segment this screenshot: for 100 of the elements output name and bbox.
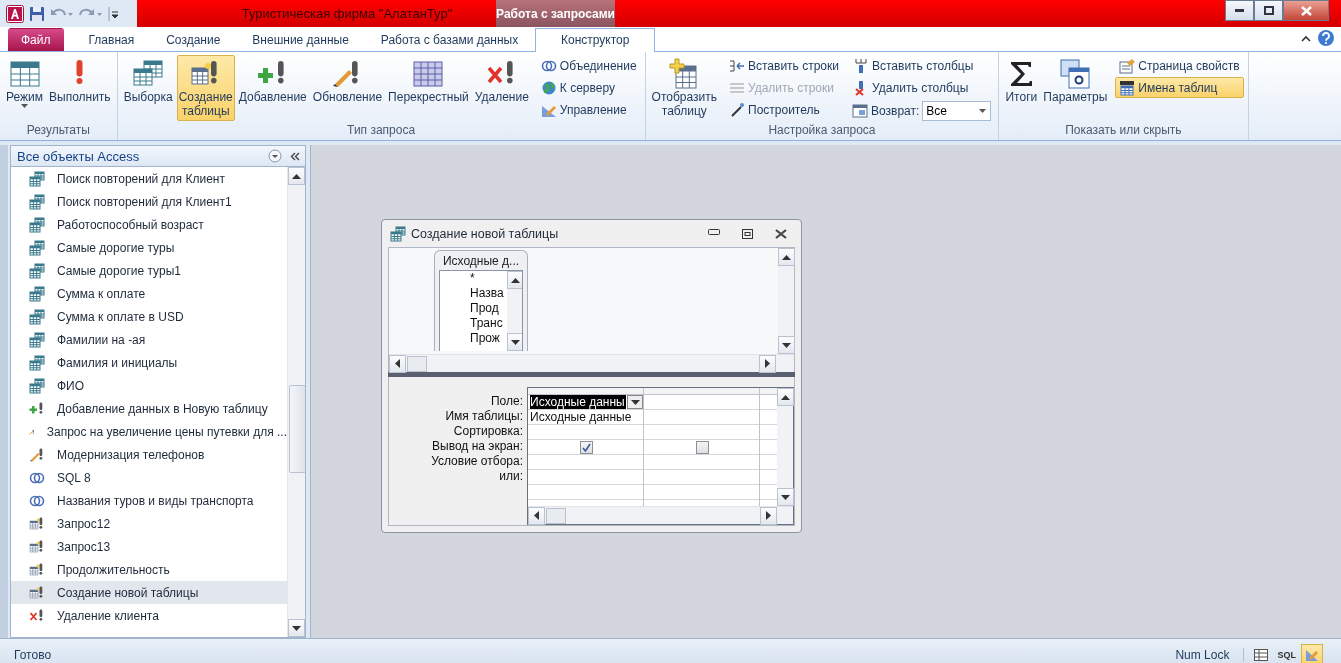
ribbon-button[interactable]: Страница свойств: [1115, 55, 1244, 76]
scrollbar[interactable]: [777, 388, 793, 506]
query-item[interactable]: SQL 8: [11, 466, 287, 489]
ribbon-button[interactable]: Удалить столбцы: [849, 77, 995, 98]
ribbon-button[interactable]: Объединение: [536, 55, 641, 76]
checkbox[interactable]: [696, 440, 709, 454]
query-item[interactable]: Фамилия и инициалы: [11, 351, 287, 374]
restore-button[interactable]: [742, 228, 753, 239]
collapse-pane-icon[interactable]: [290, 151, 300, 161]
query-item[interactable]: Модернизация телефонов: [11, 443, 287, 466]
ribbon-button[interactable]: Управление: [536, 99, 641, 120]
query-item[interactable]: Запрос на увеличение цены путевки для ...: [11, 420, 287, 443]
table-field-list[interactable]: Исходные д... * Назва Прод Транс Прож: [434, 250, 528, 352]
query-item[interactable]: ФИО: [11, 374, 287, 397]
field-name[interactable]: *: [470, 271, 507, 287]
scrollbar[interactable]: [778, 248, 794, 355]
help-icon[interactable]: [1317, 29, 1335, 47]
dropdown-icon[interactable]: [268, 149, 282, 163]
ribbon-tab[interactable]: Создание: [151, 28, 236, 51]
down-arrow-icon[interactable]: [781, 494, 790, 500]
down-arrow-icon[interactable]: [630, 399, 640, 405]
ribbon-button[interactable]: Перекрестный: [386, 55, 471, 119]
query-item[interactable]: Сумма к оплате в USD: [11, 305, 287, 328]
query-item[interactable]: Поиск повторений для Клиент: [11, 167, 287, 190]
scrollbar[interactable]: [507, 271, 522, 352]
property-sheet-icon: [1119, 57, 1136, 74]
customize-icon[interactable]: [108, 6, 118, 21]
ribbon-button[interactable]: Удаление: [472, 55, 531, 119]
ribbon-button[interactable]: Режим: [4, 55, 45, 119]
query-item[interactable]: Фамилии на -ая: [11, 328, 287, 351]
up-arrow-icon[interactable]: [292, 173, 301, 179]
ribbon-button[interactable]: Отобразить таблицу: [649, 55, 719, 121]
up-arrow-icon[interactable]: [781, 394, 790, 400]
ribbon-tab[interactable]: Внешние данные: [237, 28, 364, 51]
query-item[interactable]: Сумма к оплате: [11, 282, 287, 305]
ribbon-button[interactable]: Построитель: [725, 99, 843, 120]
ribbon-button[interactable]: К серверу: [536, 77, 641, 98]
ribbon-button[interactable]: Вставить строки: [725, 55, 843, 76]
query-item[interactable]: Запрос13: [11, 535, 287, 558]
ribbon-button[interactable]: Выборка: [121, 55, 175, 119]
ribbon-tab[interactable]: Работа с базами данных: [365, 28, 534, 51]
field-name[interactable]: Прод: [470, 301, 507, 317]
ribbon-button[interactable]: Добавление: [236, 55, 309, 119]
down-arrow-icon[interactable]: [511, 339, 520, 345]
sql-view-button[interactable]: SQL: [1274, 643, 1299, 663]
up-arrow-icon[interactable]: [511, 277, 520, 283]
close-button[interactable]: [1283, 0, 1329, 21]
scroll-thumb[interactable]: [289, 385, 305, 473]
scrollbar[interactable]: [389, 354, 794, 373]
scrollbar[interactable]: [528, 506, 793, 524]
query-item[interactable]: Названия туров и виды транспорта: [11, 489, 287, 512]
scroll-thumb[interactable]: [546, 507, 566, 524]
query-item[interactable]: Запрос12: [11, 512, 287, 535]
ribbon-button[interactable]: Итоги: [1003, 55, 1040, 119]
table-cell[interactable]: Исходные данные: [528, 410, 643, 425]
query-item[interactable]: Продолжительность: [11, 558, 287, 581]
table-cell[interactable]: [528, 440, 643, 455]
ribbon-button[interactable]: Создание таблицы: [176, 55, 235, 121]
ribbon-button[interactable]: Параметры: [1041, 55, 1110, 119]
field-name[interactable]: Прож: [470, 331, 507, 347]
right-arrow-icon[interactable]: [765, 359, 770, 369]
ribbon-button[interactable]: Имена таблиц: [1115, 77, 1244, 98]
query-item[interactable]: Самые дорогие туры: [11, 236, 287, 259]
right-arrow-icon[interactable]: [766, 511, 771, 520]
down-arrow-icon[interactable]: [292, 625, 301, 631]
scroll-thumb[interactable]: [407, 355, 427, 372]
ribbon-button[interactable]: Вставить столбцы: [849, 55, 995, 76]
ribbon-tab[interactable]: Главная: [73, 28, 150, 51]
ribbon-tab[interactable]: Конструктор: [535, 28, 656, 52]
minimize-button[interactable]: [1225, 0, 1254, 21]
checkbox[interactable]: [580, 440, 593, 454]
up-arrow-icon[interactable]: [782, 254, 791, 260]
close-button[interactable]: [775, 228, 787, 239]
table-cell[interactable]: [644, 440, 759, 455]
query-item[interactable]: Добавление данных в Новую таблицу: [11, 397, 287, 420]
design-view-button[interactable]: [1301, 643, 1323, 663]
left-arrow-icon[interactable]: [395, 359, 400, 369]
ribbon-button[interactable]: Обновление: [310, 55, 385, 119]
file-tab[interactable]: Файл: [8, 28, 64, 51]
minimize-button[interactable]: [708, 228, 720, 235]
app-icon[interactable]: [6, 4, 24, 23]
field-name[interactable]: Транс: [470, 316, 507, 332]
query-item[interactable]: Самые дорогие туры1: [11, 259, 287, 282]
table-cell[interactable]: Исходные данны: [528, 395, 643, 410]
window-title: Создание новой таблицы: [411, 226, 560, 241]
query-item[interactable]: Создание новой таблицы: [11, 581, 287, 604]
return-dropdown[interactable]: Все: [922, 101, 992, 121]
save-icon[interactable]: [29, 5, 45, 22]
ribbon-button[interactable]: Выполнить: [47, 55, 113, 119]
query-item[interactable]: Поиск повторений для Клиент1: [11, 190, 287, 213]
insert-rows-icon: [729, 57, 745, 74]
restore-button[interactable]: [1254, 0, 1283, 21]
collapse-ribbon-icon[interactable]: [1301, 34, 1311, 42]
scrollbar[interactable]: [287, 167, 305, 637]
field-name[interactable]: Назва: [470, 286, 507, 302]
down-arrow-icon[interactable]: [782, 342, 791, 348]
dropdown-button[interactable]: [627, 395, 643, 409]
query-item[interactable]: Работоспособный возраст: [11, 213, 287, 236]
query-item[interactable]: Удаление клиента: [11, 604, 287, 627]
left-arrow-icon[interactable]: [534, 511, 539, 520]
